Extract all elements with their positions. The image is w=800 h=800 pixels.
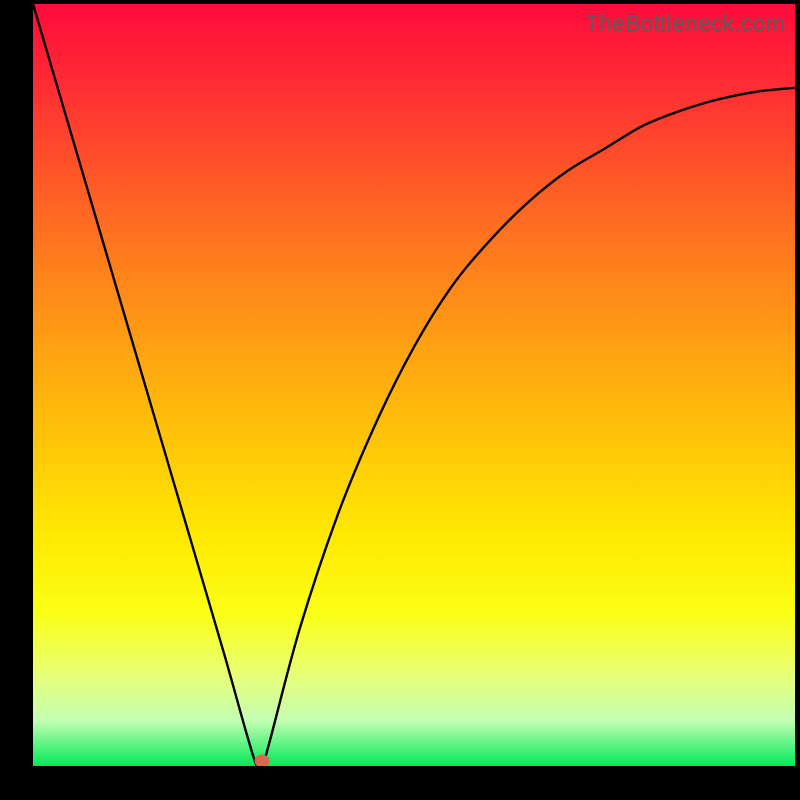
bottleneck-curve — [33, 4, 795, 766]
plot-area: TheBottleneck.com — [33, 4, 795, 766]
chart-frame: TheBottleneck.com — [0, 0, 800, 800]
optimal-point-marker — [254, 755, 269, 767]
